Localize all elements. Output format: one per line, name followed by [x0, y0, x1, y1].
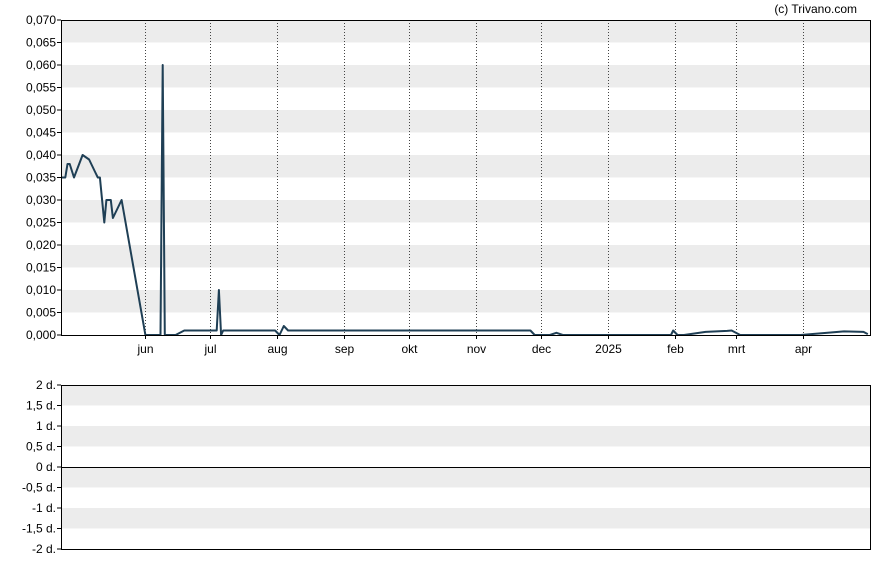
y-tick-label: 0,065	[26, 36, 56, 50]
y-tick-label: 0,015	[26, 261, 56, 275]
y-tick-label: 0,050	[26, 103, 56, 117]
y-tick-label: 0,055	[26, 81, 56, 95]
x-tick-label: sep	[335, 342, 355, 356]
volume-y-tick-label: 1 d.	[36, 419, 56, 433]
volume-band	[61, 467, 870, 488]
volume-band	[61, 385, 870, 406]
y-tick-label: 0,060	[26, 58, 56, 72]
price-y-axis: 0,000 0,005 0,010 0,015 0,020 0,025 0,030 0,035…	[26, 13, 61, 342]
x-tick-label: nov	[467, 342, 486, 356]
volume-band	[61, 508, 870, 529]
price-band	[61, 155, 870, 178]
volume-y-tick-label: -0,5 d.	[22, 481, 56, 495]
price-band	[61, 110, 870, 133]
x-tick-label: jun	[136, 342, 153, 356]
volume-y-tick-label: -2 d.	[32, 542, 56, 556]
y-tick-label: 0,005	[26, 306, 56, 320]
x-tick-label: mrt	[728, 342, 746, 356]
y-tick-label: 0,010	[26, 283, 56, 297]
volume-panel: -2 d. -1,5 d. -1 d. -0,5 d. 0 d. 0,5 d. 1 d. 1,…	[22, 378, 871, 556]
y-tick-label: 0,025	[26, 216, 56, 230]
volume-y-tick-label: -1,5 d.	[22, 522, 56, 536]
volume-y-tick-label: 0 d.	[36, 460, 56, 474]
y-tick-label: 0,020	[26, 238, 56, 252]
y-tick-label: 0,000	[26, 328, 56, 342]
volume-y-tick-label: 1,5 d.	[26, 399, 56, 413]
volume-panel-bands	[61, 385, 870, 529]
x-tick-label: aug	[267, 342, 287, 356]
price-band	[61, 65, 870, 88]
y-tick-label: 0,030	[26, 193, 56, 207]
volume-y-tick-label: 0,5 d.	[26, 440, 56, 454]
x-tick-label: 2025	[595, 342, 622, 356]
y-tick-label: 0,040	[26, 148, 56, 162]
x-tick-label: dec	[532, 342, 551, 356]
price-band	[61, 20, 870, 43]
y-tick-label: 0,045	[26, 126, 56, 140]
x-tick-label: okt	[401, 342, 418, 356]
x-tick-label: feb	[667, 342, 684, 356]
volume-band	[61, 426, 870, 447]
x-tick-label: jul	[203, 342, 216, 356]
stock-chart: 0,000 0,005 0,010 0,015 0,020 0,025 0,030 0,035…	[22, 2, 871, 556]
watermark: (c) Trivano.com	[774, 2, 857, 16]
price-band	[61, 290, 870, 313]
volume-y-tick-label: 2 d.	[36, 378, 56, 392]
price-band	[61, 200, 870, 223]
price-panel: 0,000 0,005 0,010 0,015 0,020 0,025 0,030 0,035…	[26, 2, 871, 356]
y-tick-label: 0,070	[26, 13, 56, 27]
price-band	[61, 245, 870, 268]
x-tick-label: apr	[795, 342, 812, 356]
price-x-axis: jun jul aug sep okt nov dec 2025 feb mrt apr	[136, 335, 812, 356]
volume-y-tick-label: -1 d.	[32, 501, 56, 515]
y-tick-label: 0,035	[26, 171, 56, 185]
price-panel-bands	[61, 20, 870, 313]
volume-y-axis: -2 d. -1,5 d. -1 d. -0,5 d. 0 d. 0,5 d. 1 d. 1,…	[22, 378, 61, 556]
